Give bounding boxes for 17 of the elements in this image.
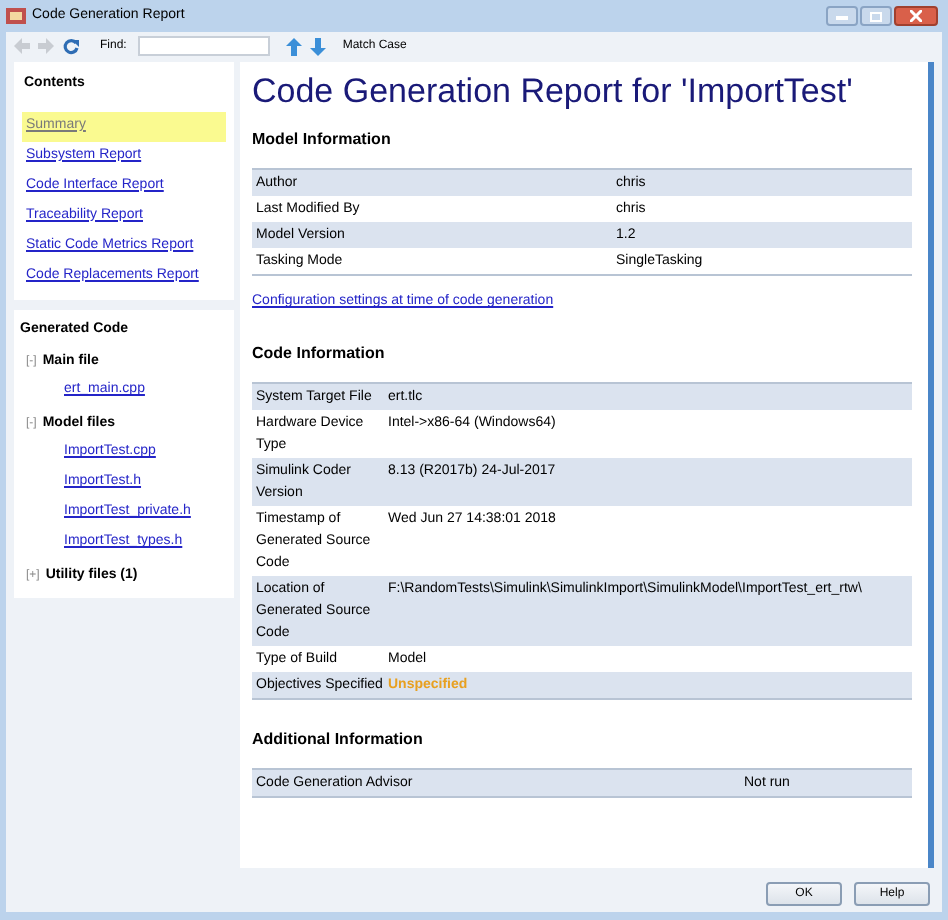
close-button[interactable] <box>894 6 938 26</box>
back-button[interactable] <box>14 38 30 54</box>
refresh-icon[interactable] <box>62 37 80 55</box>
app-icon <box>6 6 26 26</box>
forward-button[interactable] <box>38 38 54 54</box>
minimize-icon <box>836 12 848 20</box>
close-icon <box>910 10 922 22</box>
report-title: Code Generation Report for 'ImportTest' <box>252 72 855 112</box>
section-heading: Model Information <box>252 128 393 152</box>
down-arrow-button[interactable] <box>310 37 327 55</box>
section-heading: Code Information <box>252 341 387 365</box>
up-arrow-button[interactable] <box>286 37 303 55</box>
maximize-icon <box>870 11 882 21</box>
minimize-button[interactable] <box>826 6 858 26</box>
section-heading: Additional Information <box>252 727 425 751</box>
find-field[interactable] <box>138 36 271 56</box>
maximize-button[interactable] <box>860 6 892 26</box>
